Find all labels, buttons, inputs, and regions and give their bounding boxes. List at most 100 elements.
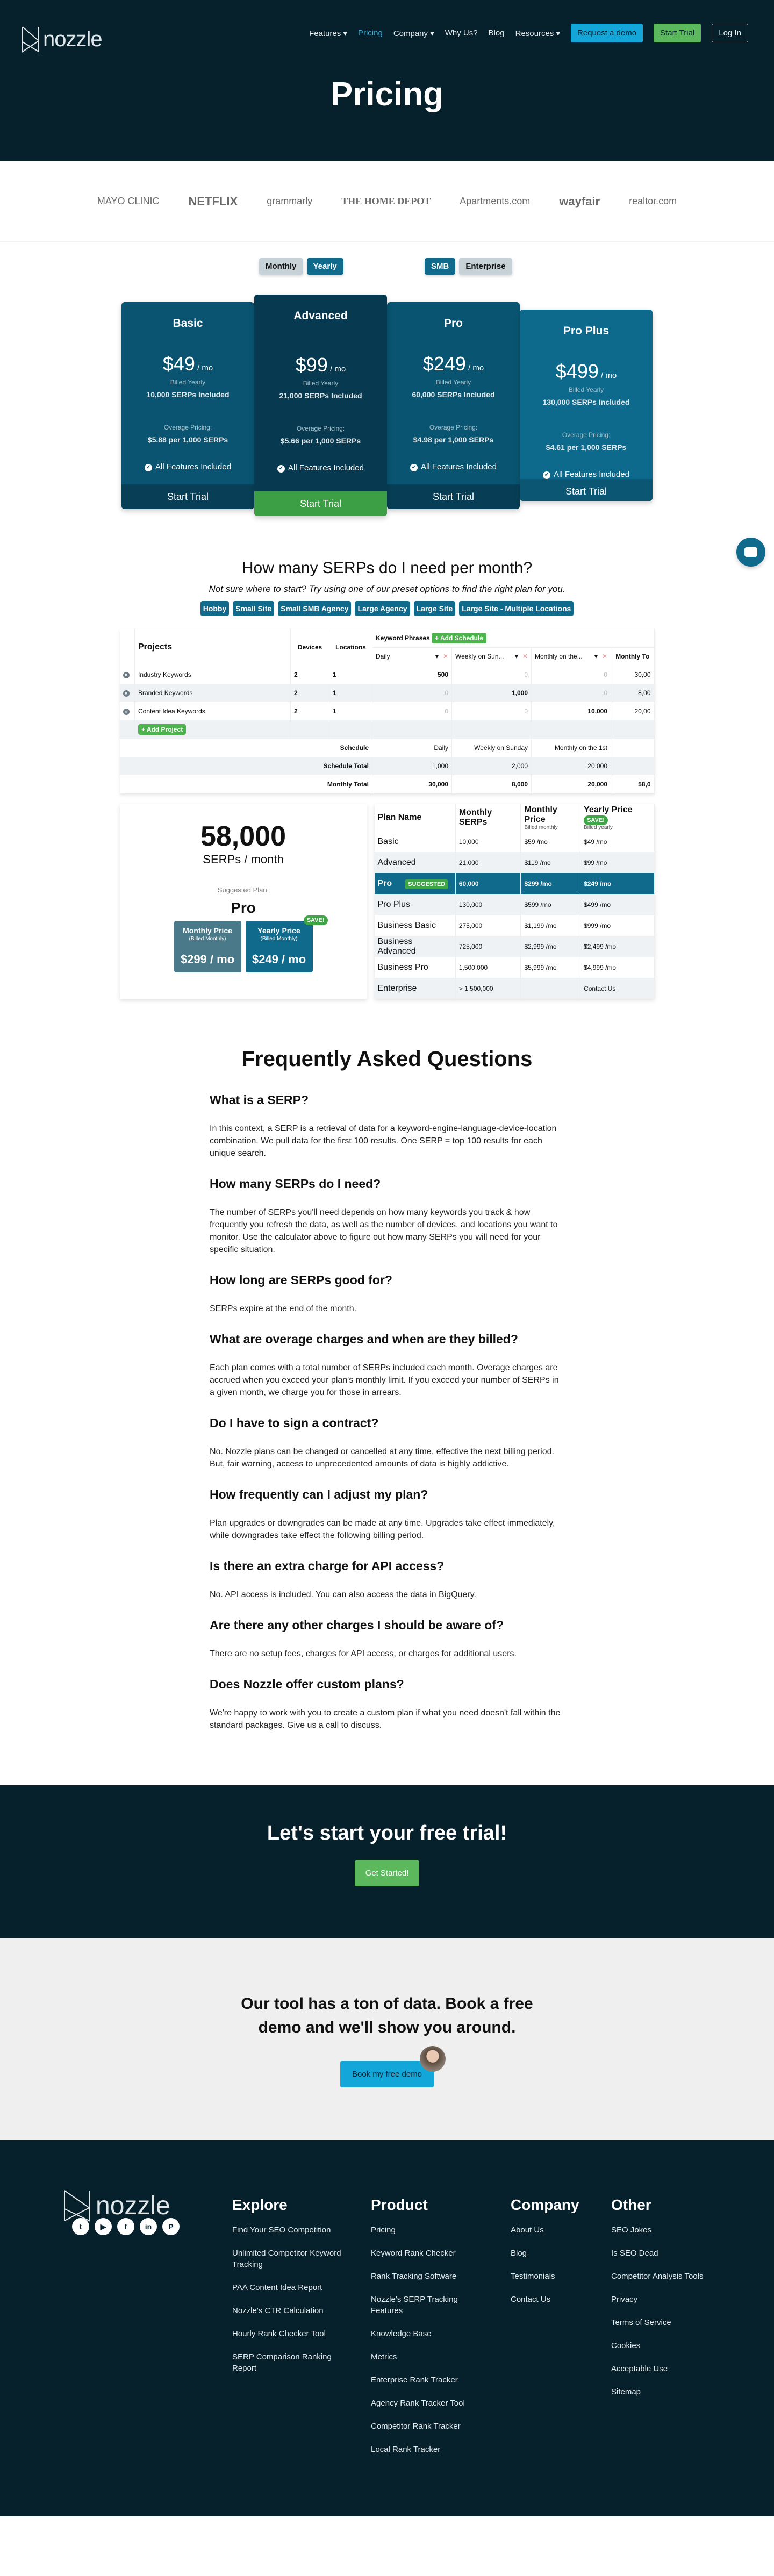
remove-project-icon[interactable]: ✕: [123, 709, 130, 715]
linkedin-icon[interactable]: in: [140, 2218, 157, 2235]
dropdown-icon[interactable]: ▾: [594, 653, 598, 660]
nozzle-logo[interactable]: nozzle: [22, 26, 103, 53]
start-trial-button[interactable]: Start Trial: [254, 491, 387, 516]
footer-link[interactable]: Nozzle's CTR Calculation: [232, 2305, 350, 2316]
footer-link[interactable]: Cookies: [611, 2340, 708, 2351]
keyword-input[interactable]: 0: [452, 666, 532, 684]
footer-link[interactable]: Metrics: [371, 2351, 478, 2363]
nav-features[interactable]: Features ▾: [309, 28, 347, 38]
request-demo-button[interactable]: Request a demo: [571, 24, 643, 42]
preset-large-site[interactable]: Large Site: [413, 601, 456, 616]
dropdown-icon[interactable]: ▾: [435, 653, 439, 660]
youtube-icon[interactable]: ▶: [95, 2218, 112, 2235]
footer-link[interactable]: Enterprise Rank Tracker: [371, 2374, 478, 2386]
schedule-column-monthly[interactable]: Monthly on the... ▾ ✕: [531, 647, 611, 666]
table-row[interactable]: Business Basic 275,000 $1,199 /mo $999 /mo: [374, 915, 655, 936]
footer-link[interactable]: Blog: [511, 2248, 580, 2259]
locations-value[interactable]: 1: [329, 702, 372, 720]
twitter-icon[interactable]: t: [72, 2218, 89, 2235]
footer-link[interactable]: Terms of Service: [611, 2317, 708, 2328]
smb-toggle[interactable]: SMB: [425, 258, 456, 275]
footer-link[interactable]: Unlimited Competitor Keyword Tracking: [232, 2248, 350, 2270]
remove-schedule-icon[interactable]: ✕: [522, 653, 528, 660]
footer-link[interactable]: Agency Rank Tracker Tool: [371, 2398, 478, 2409]
schedule-column-weekly[interactable]: Weekly on Sun... ▾ ✕: [452, 647, 532, 666]
enterprise-toggle[interactable]: Enterprise: [459, 258, 512, 275]
footer-link[interactable]: SERP Comparison Ranking Report: [232, 2351, 350, 2374]
footer-link[interactable]: Testimonials: [511, 2271, 580, 2282]
keyword-input[interactable]: 0: [531, 684, 611, 702]
remove-schedule-icon[interactable]: ✕: [602, 653, 607, 660]
keyword-input[interactable]: 500: [372, 666, 452, 684]
project-name[interactable]: Industry Keywords: [134, 666, 291, 684]
start-trial-button[interactable]: Start Trial: [520, 479, 653, 501]
preset-large-agency[interactable]: Large Agency: [355, 601, 410, 616]
keyword-input[interactable]: 1,000: [452, 684, 532, 702]
chat-widget-button[interactable]: [736, 538, 765, 567]
monthly-price-box[interactable]: Monthly Price (Billed Monthly) $299 / mo: [174, 921, 241, 972]
preset-hobby[interactable]: Hobby: [200, 601, 230, 616]
table-row[interactable]: Pro Plus 130,000 $599 /mo $499 /mo: [374, 894, 655, 915]
start-trial-button[interactable]: Start Trial: [121, 484, 254, 509]
table-row-suggested[interactable]: Pro SUGGESTED 60,000 $299 /mo $249 /mo: [374, 873, 655, 894]
keyword-input[interactable]: 0: [452, 702, 532, 720]
footer-link[interactable]: Rank Tracking Software: [371, 2271, 478, 2282]
devices-value[interactable]: 2: [290, 666, 329, 684]
nav-why-us[interactable]: Why Us?: [445, 28, 478, 38]
get-started-button[interactable]: Get Started!: [354, 1860, 420, 1886]
facebook-icon[interactable]: f: [117, 2218, 134, 2235]
remove-schedule-icon[interactable]: ✕: [443, 653, 448, 660]
table-row[interactable]: Advanced 21,000 $119 /mo $99 /mo: [374, 852, 655, 873]
add-project-button[interactable]: + Add Project: [138, 724, 187, 735]
footer-link[interactable]: Privacy: [611, 2294, 708, 2305]
keyword-input[interactable]: 0: [531, 666, 611, 684]
start-trial-button[interactable]: Start Trial: [654, 24, 701, 42]
schedule-column-daily[interactable]: Daily ▾ ✕: [372, 647, 452, 666]
project-name[interactable]: Branded Keywords: [134, 684, 291, 702]
table-row[interactable]: Basic 10,000 $59 /mo $49 /mo: [374, 831, 655, 852]
footer-link[interactable]: SEO Jokes: [611, 2224, 708, 2236]
footer-link[interactable]: Competitor Rank Tracker: [371, 2421, 478, 2432]
remove-project-icon[interactable]: ✕: [123, 690, 130, 697]
login-button[interactable]: Log In: [712, 24, 748, 42]
remove-project-icon[interactable]: ✕: [123, 672, 130, 678]
keyword-input[interactable]: 0: [372, 684, 452, 702]
footer-link[interactable]: Hourly Rank Checker Tool: [232, 2328, 350, 2339]
start-trial-button[interactable]: Start Trial: [387, 484, 520, 509]
add-schedule-button[interactable]: + Add Schedule: [432, 632, 486, 643]
footer-link[interactable]: Pricing: [371, 2224, 478, 2236]
footer-link[interactable]: Local Rank Tracker: [371, 2444, 478, 2455]
preset-small-smb-agency[interactable]: Small SMB Agency: [278, 601, 352, 616]
footer-link[interactable]: About Us: [511, 2224, 580, 2236]
preset-small-site[interactable]: Small Site: [233, 601, 275, 616]
yearly-toggle[interactable]: Yearly: [306, 258, 343, 275]
footer-link[interactable]: Contact Us: [511, 2294, 580, 2305]
footer-link[interactable]: Acceptable Use: [611, 2363, 708, 2374]
preset-large-site-multi-location[interactable]: Large Site - Multiple Locations: [459, 601, 574, 616]
nav-resources[interactable]: Resources ▾: [515, 28, 560, 38]
table-row[interactable]: Business Pro 1,500,000 $5,999 /mo $4,999 /m…: [374, 957, 655, 978]
locations-value[interactable]: 1: [329, 666, 372, 684]
table-row[interactable]: Business Advanced 725,000 $2,999 /mo $2,499…: [374, 936, 655, 957]
book-demo-button[interactable]: Book my free demo: [340, 2046, 446, 2087]
devices-value[interactable]: 2: [290, 702, 329, 720]
pinterest-icon[interactable]: P: [162, 2218, 180, 2235]
yearly-price-box[interactable]: SAVE! Yearly Price (Billed Monthly) $249…: [245, 915, 328, 972]
locations-value[interactable]: 1: [329, 684, 372, 702]
footer-logo[interactable]: nozzle: [63, 2189, 170, 2222]
footer-link[interactable]: Competitor Analysis Tools: [611, 2271, 708, 2282]
keyword-input[interactable]: 10,000: [531, 702, 611, 720]
nav-company[interactable]: Company ▾: [393, 28, 434, 38]
footer-link[interactable]: Nozzle's SERP Tracking Features: [371, 2294, 478, 2316]
footer-link[interactable]: Is SEO Dead: [611, 2248, 708, 2259]
table-row[interactable]: Enterprise > 1,500,000 Contact Us: [374, 978, 655, 999]
footer-link[interactable]: Find Your SEO Competition: [232, 2224, 350, 2236]
devices-value[interactable]: 2: [290, 684, 329, 702]
footer-link[interactable]: Knowledge Base: [371, 2328, 478, 2339]
footer-link[interactable]: PAA Content Idea Report: [232, 2282, 350, 2293]
footer-link[interactable]: Keyword Rank Checker: [371, 2248, 478, 2259]
nav-pricing[interactable]: Pricing: [358, 28, 383, 38]
keyword-input[interactable]: 0: [372, 702, 452, 720]
nav-blog[interactable]: Blog: [489, 28, 505, 38]
footer-link[interactable]: Sitemap: [611, 2386, 708, 2398]
